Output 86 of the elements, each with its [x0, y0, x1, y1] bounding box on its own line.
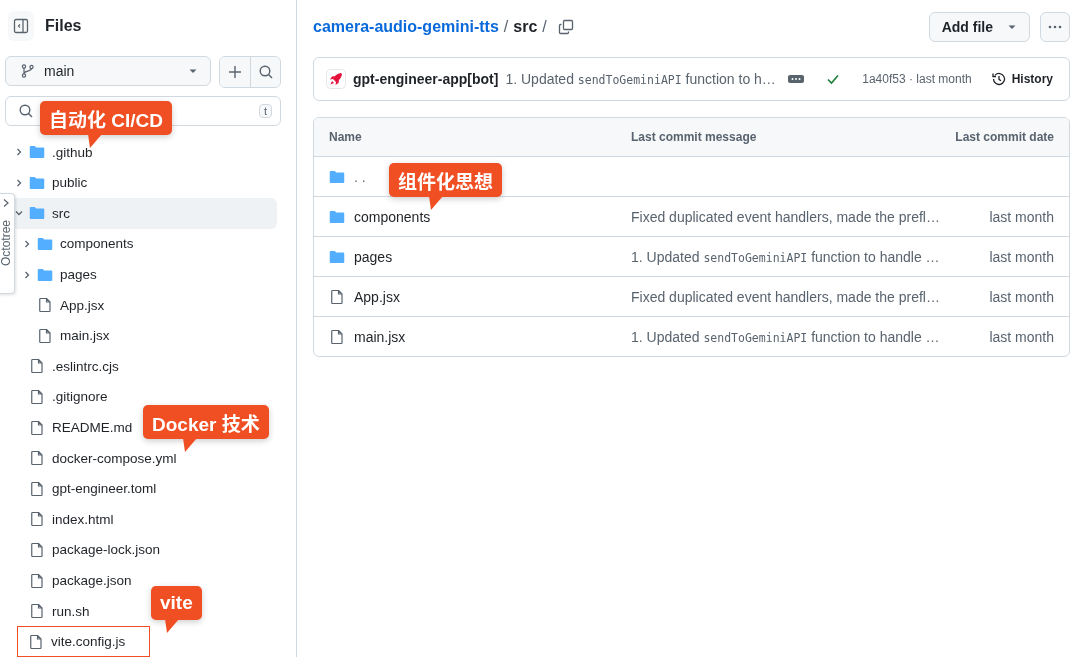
- tree-item[interactable]: gpt-engineer.toml: [12, 473, 159, 505]
- tree-item[interactable]: index.html: [12, 504, 116, 535]
- file-icon: [29, 572, 45, 589]
- path-separator: /: [542, 18, 547, 36]
- commit-date: last month: [989, 328, 1054, 345]
- search-icon[interactable]: [250, 57, 280, 88]
- file-icon: [29, 388, 45, 405]
- tree-item[interactable]: main.jsx: [12, 320, 112, 352]
- commit-date: last month: [989, 248, 1054, 265]
- commit-message[interactable]: Fixed duplicated event handlers, made the prefl…: [631, 208, 944, 225]
- tree-item[interactable]: src: [12, 198, 277, 229]
- tree-item[interactable]: .eslintrc.cjs: [12, 351, 121, 382]
- callout-tail: [183, 438, 197, 452]
- file-icon: [29, 541, 45, 558]
- column-header: Last commit message: [631, 130, 758, 144]
- folder-icon: [37, 236, 53, 252]
- branch-selector[interactable]: main: [5, 56, 211, 87]
- shortcut-key: t: [258, 104, 272, 119]
- callout-tail: [429, 196, 443, 210]
- column-header: Last commit date: [955, 130, 1054, 144]
- file-link[interactable]: pages: [354, 248, 393, 265]
- callout-label: vite: [151, 586, 202, 620]
- commit-author[interactable]: gpt-engineer-app[bot]: [353, 71, 499, 87]
- repo-link[interactable]: camera-audio-gemini-tts: [313, 18, 499, 36]
- file-icon: [29, 450, 45, 467]
- callout-label: 组件化思想: [389, 163, 502, 197]
- folder-icon: [29, 174, 45, 191]
- file-icon: [37, 327, 53, 344]
- folder-icon: [329, 248, 345, 265]
- rocket-avatar-icon: [326, 69, 346, 89]
- tree-item[interactable]: .gitignore: [12, 381, 110, 413]
- folder-icon: [29, 205, 45, 222]
- commit-message[interactable]: 1. Updated sendToGeminiAPI function to handle …: [631, 248, 944, 265]
- commit-date: last month: [989, 288, 1054, 305]
- file-link[interactable]: main.jsx: [354, 328, 406, 345]
- tree-item[interactable]: pages: [12, 259, 99, 290]
- chevron-icon: [2, 198, 10, 208]
- tree-item[interactable]: package.json: [12, 565, 134, 596]
- file-icon: [329, 328, 345, 345]
- file-link[interactable]: . .: [354, 168, 366, 185]
- octotree-tab[interactable]: Octotree: [0, 193, 15, 294]
- commit-sha-time[interactable]: 1a40f53 · last month: [862, 72, 972, 86]
- tree-item[interactable]: docker-compose.yml: [12, 442, 179, 474]
- tree-item[interactable]: run.sh: [12, 595, 92, 627]
- tree-item[interactable]: components: [12, 228, 136, 260]
- folder-icon: [37, 266, 53, 283]
- branch-icon: [20, 63, 36, 80]
- file-link[interactable]: components: [354, 208, 431, 225]
- file-icon: [29, 511, 45, 528]
- file-icon: [28, 633, 44, 650]
- history-button[interactable]: History: [986, 71, 1057, 87]
- sidebar-title: Files: [45, 16, 82, 35]
- tree-item[interactable]: vite.config.js: [17, 626, 151, 657]
- commit-message[interactable]: 1. Updated sendToGeminiAPI function to h…: [505, 71, 782, 87]
- tree-item[interactable]: public: [12, 167, 90, 199]
- expand-message-icon[interactable]: [788, 74, 805, 84]
- tree-item[interactable]: README.md: [12, 412, 135, 443]
- file-icon: [37, 297, 53, 314]
- folder-icon: [29, 144, 45, 161]
- file-icon: [329, 288, 345, 305]
- copy-icon[interactable]: [557, 19, 574, 35]
- callout-label: Docker 技术: [143, 405, 269, 439]
- callout-tail: [165, 619, 179, 633]
- tree-item[interactable]: .github: [12, 136, 95, 168]
- file-icon: [29, 480, 45, 497]
- sidebar-panel-icon: [13, 17, 29, 34]
- add-file-button[interactable]: Add file: [928, 12, 1030, 42]
- file-icon: [29, 419, 45, 436]
- callout-label: 自动化 CI/CD: [40, 101, 172, 135]
- file-icon: [29, 358, 45, 375]
- current-folder: src: [513, 18, 538, 36]
- history-icon: [990, 71, 1007, 87]
- file-link[interactable]: App.jsx: [354, 288, 400, 305]
- sidebar-toggle-button[interactable]: [8, 10, 34, 41]
- tree-item[interactable]: App.jsx: [12, 289, 107, 321]
- commit-message[interactable]: 1. Updated sendToGeminiAPI function to handle …: [631, 328, 944, 345]
- folder-icon: [329, 208, 345, 225]
- path-separator: /: [503, 18, 509, 36]
- column-header: Name: [329, 130, 363, 144]
- commit-date: last month: [989, 208, 1054, 225]
- commit-message[interactable]: Fixed duplicated event handlers, made the prefl…: [631, 288, 944, 305]
- tree-item[interactable]: package-lock.json: [12, 534, 163, 566]
- search-icon: [18, 103, 34, 120]
- callout-tail: [88, 134, 102, 148]
- folder-icon: [329, 168, 345, 185]
- file-icon: [29, 603, 45, 620]
